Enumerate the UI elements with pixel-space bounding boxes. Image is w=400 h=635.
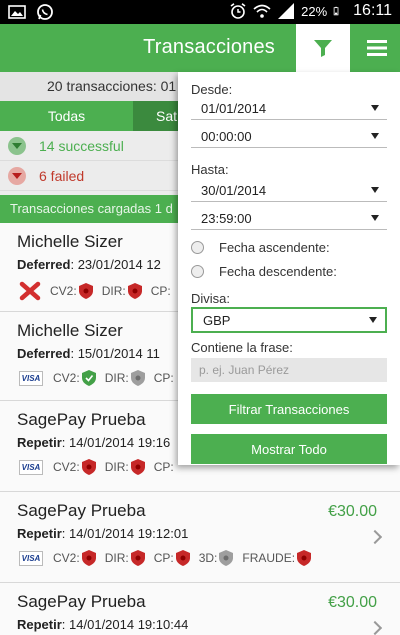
radio-button[interactable] xyxy=(191,265,204,278)
alarm-icon xyxy=(230,3,246,19)
phrase-label: Contiene la frase: xyxy=(191,340,293,355)
customer-name: Michelle Sizer xyxy=(17,321,123,340)
filter-icon xyxy=(314,40,332,57)
to-time-select[interactable]: 23:59:00 xyxy=(191,206,387,230)
currency-label: Divisa: xyxy=(191,291,231,306)
sort-descending-option[interactable]: Fecha descendente: xyxy=(191,264,337,279)
shield-pass-icon xyxy=(81,370,96,386)
transaction-date: Repetir: 14/01/2014 19:10:44 xyxy=(17,617,189,632)
currency-select[interactable]: GBP xyxy=(191,307,387,333)
chevron-right-icon xyxy=(367,529,383,545)
failed-count: 6 failed xyxy=(39,167,85,184)
show-all-button[interactable]: Mostrar Todo xyxy=(191,434,387,464)
filter-transactions-button[interactable]: Filtrar Transacciones xyxy=(191,394,387,424)
clock: 16:11 xyxy=(353,2,392,19)
dropdown-caret-icon xyxy=(371,105,379,111)
transaction-amount: €30.00 xyxy=(328,594,377,611)
visa-card-icon: VISA xyxy=(19,459,43,475)
transaction-date: Repetir: 14/01/2014 19:12:01 xyxy=(17,526,189,541)
shield-fail-icon xyxy=(127,283,142,299)
declined-x-icon xyxy=(19,281,41,301)
dropdown-caret-icon xyxy=(371,133,379,139)
battery-percent: 22% xyxy=(301,3,328,19)
security-checks: VISA CV2: DIR: CP: xyxy=(19,370,185,386)
successful-count: 14 successful xyxy=(39,137,124,154)
transaction-row[interactable]: SagePay Prueba €30.00 Repetir: 14/01/201… xyxy=(0,583,400,635)
transaction-date: Deferred: 15/01/2014 11 xyxy=(17,346,160,361)
customer-name: Michelle Sizer xyxy=(17,232,123,251)
dropdown-caret-icon xyxy=(371,187,379,193)
transaction-amount: €30.00 xyxy=(328,503,377,520)
shield-fail-icon xyxy=(78,283,93,299)
wifi-icon xyxy=(253,4,271,18)
hamburger-menu-icon xyxy=(367,40,387,56)
transaction-date: Deferred: 23/01/2014 12 xyxy=(17,257,161,272)
shield-neutral-icon xyxy=(130,370,145,386)
security-checks: CV2: DIR: CP: xyxy=(19,281,182,301)
chevron-right-icon xyxy=(367,620,383,635)
shield-fail-icon xyxy=(81,550,96,566)
to-date-select[interactable]: 30/01/2014 xyxy=(191,178,387,202)
visa-card-icon: VISA xyxy=(19,370,43,386)
transaction-date: Repetir: 14/01/2014 19:16 xyxy=(17,435,171,450)
from-time-select[interactable]: 00:00:00 xyxy=(191,124,387,148)
tab-all[interactable]: Todas xyxy=(0,101,133,131)
visa-card-icon: VISA xyxy=(19,550,43,566)
shield-fail-icon xyxy=(130,550,145,566)
radio-button[interactable] xyxy=(191,241,204,254)
whatsapp-notification-icon xyxy=(37,4,53,20)
shield-neutral-icon xyxy=(219,550,234,566)
to-label: Hasta: xyxy=(191,162,229,177)
menu-button[interactable] xyxy=(354,24,400,72)
filter-button[interactable] xyxy=(296,24,350,72)
security-checks: VISA CV2: DIR: CP: xyxy=(19,459,185,475)
expand-chevron-icon xyxy=(8,166,26,185)
shield-fail-icon xyxy=(297,550,312,566)
customer-name: SagePay Prueba xyxy=(17,410,146,429)
dropdown-caret-icon xyxy=(371,215,379,221)
image-notification-icon xyxy=(8,5,26,19)
action-bar: Transacciones xyxy=(0,24,400,72)
phrase-search-input[interactable] xyxy=(191,358,387,382)
shield-fail-icon xyxy=(130,459,145,475)
from-date-select[interactable]: 01/01/2014 xyxy=(191,96,387,120)
sort-ascending-option[interactable]: Fecha ascendente: xyxy=(191,240,330,255)
customer-name: SagePay Prueba xyxy=(17,501,146,520)
expand-chevron-icon xyxy=(8,136,26,155)
from-label: Desde: xyxy=(191,82,233,97)
transaction-row[interactable]: SagePay Prueba €30.00 Repetir: 14/01/201… xyxy=(0,492,400,583)
security-checks: VISA CV2: DIR: CP: 3D: FRAUDE: xyxy=(19,550,320,566)
shield-fail-icon xyxy=(81,459,96,475)
dropdown-caret-icon xyxy=(369,317,377,323)
customer-name: SagePay Prueba xyxy=(17,592,146,611)
filter-panel: Desde: 01/01/2014 00:00:00 Hasta: 30/01/… xyxy=(178,72,400,465)
status-bar: 22% 16:11 xyxy=(0,0,400,24)
page-title: Transacciones xyxy=(143,36,275,58)
shield-fail-icon xyxy=(175,550,190,566)
battery-icon xyxy=(333,6,339,16)
signal-icon xyxy=(278,3,295,19)
